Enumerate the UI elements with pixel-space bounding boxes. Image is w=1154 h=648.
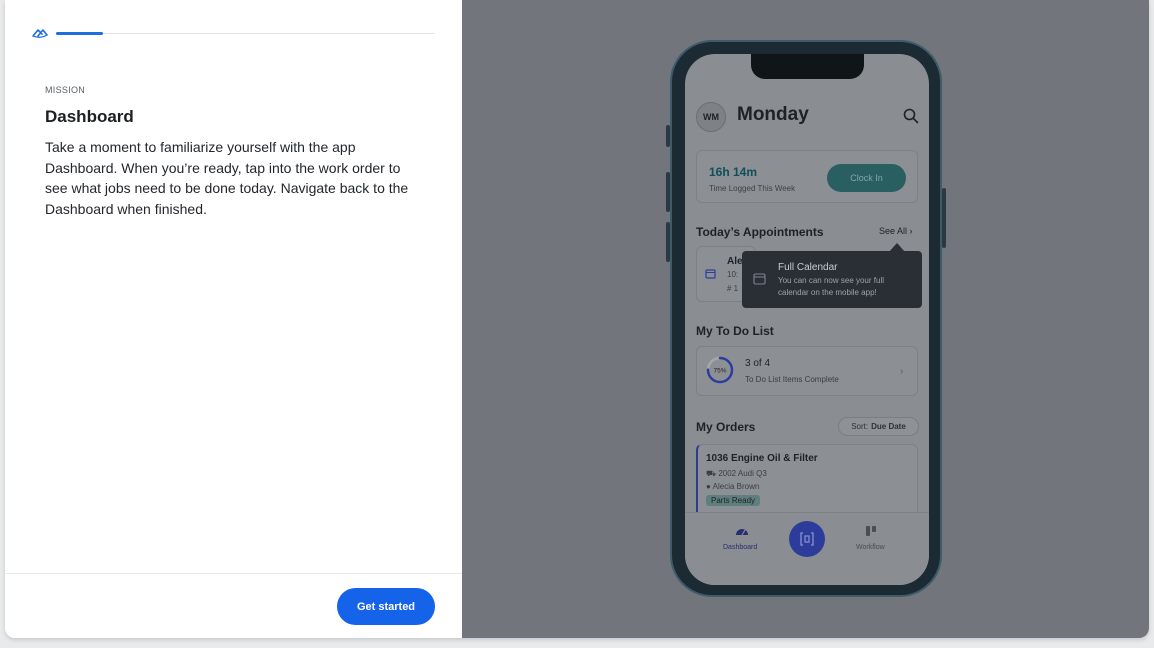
order-vehicle-text: 2002 Audi Q3: [718, 469, 767, 478]
scan-button[interactable]: [789, 521, 825, 557]
tooltip-title: Full Calendar: [778, 262, 838, 273]
todo-title: My To Do List: [696, 324, 774, 338]
todo-count: 3 of 4: [745, 358, 771, 369]
phone-screen: WM Monday 16h 14m Time Logged This Week …: [685, 54, 929, 585]
workflow-icon[interactable]: [865, 525, 877, 537]
calendar-icon: [753, 273, 766, 285]
avatar[interactable]: WM: [696, 102, 726, 132]
appointment-number: # 1: [727, 284, 739, 293]
progress-fill: [56, 32, 103, 35]
brand-logo-icon: [32, 29, 48, 38]
sort-prefix: Sort:: [851, 422, 869, 431]
appointment-time: 10:: [727, 270, 739, 279]
status-badge: Parts Ready: [706, 495, 761, 506]
chevron-right-icon: ›: [909, 226, 913, 236]
day-heading: Monday: [737, 104, 809, 125]
order-vehicle: ⛟ 2002 Audi Q3: [706, 469, 767, 479]
preview-panel: WM Monday 16h 14m Time Logged This Week …: [462, 0, 1149, 638]
appointment-name: Ale: [727, 256, 743, 267]
sort-value: Due Date: [871, 422, 906, 431]
calendar-icon: [705, 269, 716, 279]
orders-title: My Orders: [696, 420, 756, 434]
person-icon: ●: [706, 482, 711, 491]
phone-mockup: WM Monday 16h 14m Time Logged This Week …: [670, 40, 942, 597]
phone-notch: [751, 54, 864, 79]
time-logged-value: 16h 14m: [709, 165, 758, 179]
tab-dashboard[interactable]: Dashboard: [723, 544, 757, 551]
order-customer-text: Alecia Brown: [712, 482, 760, 491]
modal-frame: MISSION Dashboard Take a moment to famil…: [5, 0, 1149, 638]
todo-percent: 75%: [713, 368, 726, 375]
order-customer: ● Alecia Brown: [706, 482, 759, 491]
scan-icon: [800, 532, 814, 546]
order-title: 1036 Engine Oil & Filter: [706, 453, 818, 464]
appointments-title: Today’s Appointments: [696, 225, 824, 239]
time-logged-label: Time Logged This Week: [709, 184, 796, 193]
mission-eyebrow: MISSION: [45, 85, 86, 95]
todo-label: To Do List Items Complete: [745, 375, 839, 384]
car-icon: ⛟: [706, 469, 717, 478]
phone-side-button: [942, 188, 946, 248]
see-all-label: See All: [879, 226, 908, 236]
see-all-link[interactable]: See All ›: [879, 226, 913, 236]
progress-ring: 75%: [706, 356, 734, 384]
search-icon[interactable]: [903, 108, 919, 124]
chevron-right-icon: ›: [900, 366, 904, 377]
gauge-icon[interactable]: [735, 525, 749, 537]
tab-workflow[interactable]: Workflow: [856, 544, 885, 551]
progress-track: [56, 33, 434, 34]
clock-in-button[interactable]: Clock In: [827, 164, 906, 192]
tooltip-text: You can can now see your full calendar o…: [778, 276, 884, 297]
sort-dropdown[interactable]: Sort: Due Date: [838, 417, 919, 436]
mission-panel: MISSION Dashboard Take a moment to famil…: [5, 0, 462, 638]
mission-description: Take a moment to familiarize yourself wi…: [45, 139, 409, 217]
mission-title: Dashboard: [45, 107, 134, 126]
get-started-button[interactable]: Get started: [337, 588, 435, 625]
footer-divider: [5, 573, 462, 574]
